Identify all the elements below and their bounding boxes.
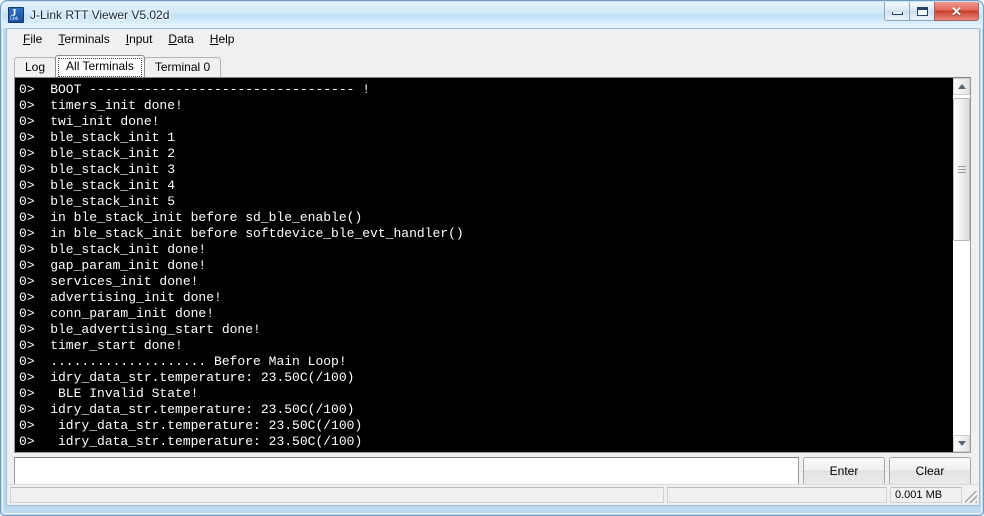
menu-item-data[interactable]: Data	[160, 30, 201, 49]
tab-log[interactable]: Log	[14, 57, 57, 77]
tab-strip: Log All Terminals Terminal 0	[14, 54, 979, 77]
enter-button[interactable]: Enter	[803, 457, 885, 485]
minimize-icon	[891, 11, 903, 15]
terminal-line: 0> idry_data_str.temperature: 23.50C(/10…	[19, 434, 363, 449]
command-input[interactable]	[14, 457, 799, 485]
maximize-icon	[916, 6, 928, 16]
menu-label-help: elp	[218, 32, 235, 46]
terminal-line: 0> ble_stack_init 3	[19, 162, 176, 177]
terminal-line: 0> services_init done!	[19, 274, 199, 289]
close-icon: ✕	[951, 3, 962, 19]
terminal-line: 0> ble_stack_init 5	[19, 194, 176, 209]
status-bar: 0.001 MB	[7, 484, 979, 505]
terminal-line: 0> ble_stack_init done!	[19, 242, 207, 257]
terminal-line: 0> BLE Invalid State!	[19, 386, 199, 401]
terminal-line: 0> advertising_init done!	[19, 290, 222, 305]
menu-item-input[interactable]: Input	[118, 30, 161, 49]
terminal-line: 0> BOOT --------------------------------…	[19, 82, 371, 97]
minimize-button[interactable]	[884, 2, 910, 21]
terminal-console: 0> BOOT --------------------------------…	[14, 77, 971, 453]
terminal-line: 0> twi_init done!	[19, 114, 160, 129]
menu-label-input: nput	[129, 32, 153, 46]
terminal-line: 0> idry_data_str.temperature: 23.50C(/10…	[19, 370, 355, 385]
scroll-down-arrow-icon	[957, 441, 966, 446]
menu-item-terminals[interactable]: Terminals	[50, 30, 117, 49]
menu-label-terminals: erminals	[64, 32, 110, 46]
application-window: J Link J-Link RTT Viewer V5.02d ✕ File T…	[0, 0, 984, 516]
terminal-line: 0> ble_stack_init 4	[19, 178, 176, 193]
window-controls: ✕	[884, 2, 979, 21]
console-vertical-scrollbar[interactable]	[952, 78, 970, 452]
menu-item-file[interactable]: File	[15, 30, 50, 49]
resize-grip-icon[interactable]	[963, 485, 979, 505]
terminal-line: 0> in ble_stack_init before softdevice_b…	[19, 226, 464, 241]
jlink-app-icon: J Link	[8, 7, 24, 23]
command-input-row: Enter Clear	[14, 457, 971, 485]
menu-item-help[interactable]: Help	[202, 30, 243, 49]
terminal-line: 0> gap_param_init done!	[19, 258, 207, 273]
menu-label-file: ile	[30, 32, 43, 46]
scrollbar-thumb[interactable]	[953, 98, 970, 241]
status-message	[10, 487, 664, 503]
window-title: J-Link RTT Viewer V5.02d	[30, 8, 170, 22]
scrollbar-grip-icon	[957, 166, 966, 173]
terminal-line: 0> timers_init done!	[19, 98, 183, 113]
terminal-line: 0> in ble_stack_init before sd_ble_enabl…	[19, 210, 363, 225]
tab-terminal-0[interactable]: Terminal 0	[143, 57, 222, 77]
terminal-line: 0> idry_data_str.temperature: 23.50C(/10…	[19, 402, 355, 417]
close-button[interactable]: ✕	[934, 2, 979, 21]
clear-button[interactable]: Clear	[889, 457, 971, 485]
menu-accel-data: D	[168, 32, 178, 46]
terminal-line: 0> conn_param_init done!	[19, 306, 215, 321]
scroll-up-button[interactable]	[953, 78, 970, 95]
terminal-line: 0> .................... Before Main Loop…	[19, 354, 347, 369]
terminal-line: 0> ble_stack_init 1	[19, 130, 176, 145]
status-secondary	[667, 487, 887, 503]
scroll-down-button[interactable]	[953, 435, 970, 452]
title-bar[interactable]: J Link J-Link RTT Viewer V5.02d ✕	[2, 2, 982, 28]
menu-label-data: ata	[177, 32, 194, 46]
tab-all-terminals[interactable]: All Terminals	[55, 55, 145, 77]
scroll-up-arrow-icon	[957, 84, 966, 89]
tab-all-terminals-label: All Terminals	[66, 59, 134, 73]
maximize-button[interactable]	[909, 2, 935, 21]
app-icon-subtext: Link	[10, 16, 18, 22]
terminal-line: 0> ble_stack_init 2	[19, 146, 176, 161]
terminal-line: 0> idry_data_str.temperature: 23.50C(/10…	[19, 418, 363, 433]
scrollbar-track[interactable]	[953, 95, 970, 435]
terminal-line: 0> ble_advertising_start done!	[19, 322, 261, 337]
status-data-size: 0.001 MB	[890, 487, 962, 503]
menu-bar: File Terminals Input Data Help	[7, 29, 979, 51]
terminal-output[interactable]: 0> BOOT --------------------------------…	[15, 78, 952, 452]
client-area: File Terminals Input Data Help Log All T…	[6, 28, 980, 506]
terminal-line: 0> timer_start done!	[19, 338, 183, 353]
